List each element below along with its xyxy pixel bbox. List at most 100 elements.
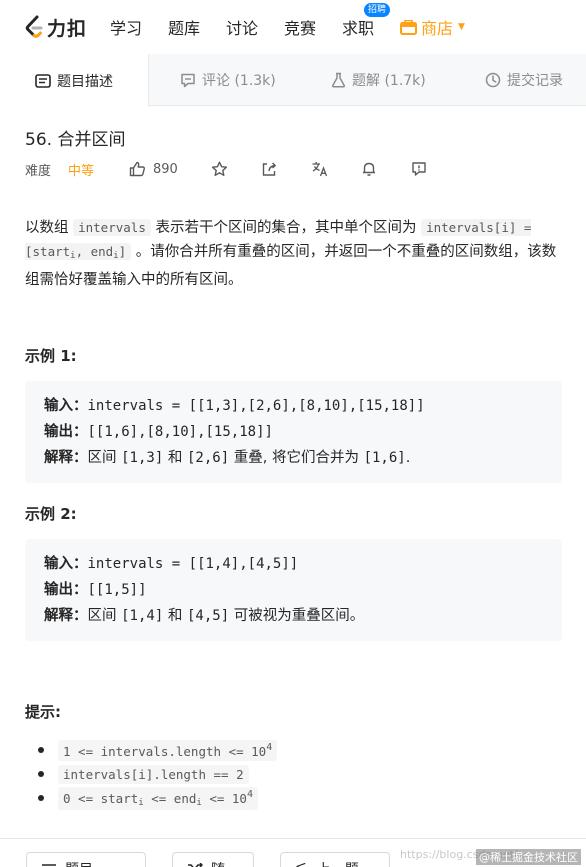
input-value: intervals = [[1,4],[4,5]] — [87, 556, 299, 572]
tab-description[interactable]: 题目描述 — [0, 54, 149, 107]
flask-icon — [331, 72, 346, 88]
explain-label: 解释： — [44, 608, 88, 624]
difficulty-badge: 中等 — [68, 163, 95, 179]
notify-button[interactable] — [361, 159, 377, 179]
output-label: 输出： — [44, 582, 88, 598]
explain-text: 和 — [163, 450, 187, 466]
explain-code: [1,6] — [363, 450, 406, 466]
explain-code: [1,4] — [121, 608, 164, 624]
problem-title: 56. 合并区间 — [25, 130, 126, 150]
explain-text: 区间 — [87, 450, 122, 466]
clock-icon — [485, 72, 501, 88]
like-count: 890 — [153, 161, 178, 177]
code-part: ] — [118, 244, 127, 259]
problem-list-label: 题目 — [65, 859, 93, 867]
hint-item: 0 <= starti <= endi <= 104 — [37, 786, 277, 810]
hint-text: <= 10 — [201, 790, 247, 806]
top-nav: 力扣 学习 题库 讨论 竞赛 求职 招聘 商店 ▼ — [0, 0, 586, 54]
explain-code: [2,6] — [186, 450, 230, 466]
hint-text: 0 <= start — [63, 790, 139, 806]
explain-text: 区间 — [87, 608, 122, 624]
shuffle-icon — [188, 863, 203, 867]
example-output: 输出：[[1,5]] — [44, 577, 562, 603]
tab-submissions-label: 提交记录 — [507, 73, 563, 89]
desc-text: 以数组 — [25, 220, 69, 236]
chevron-down-icon: ▼ — [458, 22, 465, 32]
problem-list-button[interactable]: 题目 — [26, 852, 146, 867]
explain-text: . — [405, 450, 411, 466]
hints-list: 1 <= intervals.length <= 104 intervals[i… — [37, 738, 278, 810]
translate-button[interactable] — [311, 159, 329, 179]
problem-description: 以数组 intervals 表示若干个区间的集合，其中单个区间为 interva… — [25, 216, 565, 292]
example-title: 示例 2: — [25, 505, 77, 523]
hint-code: 0 <= starti <= endi <= 104 — [58, 786, 258, 810]
bell-icon — [363, 162, 375, 176]
tab-comments[interactable]: 评论 (1.3k) — [180, 54, 276, 106]
code-part: , end — [75, 244, 114, 259]
explain-code: [4,5] — [186, 608, 230, 624]
translate-icon — [312, 162, 328, 177]
explain-text: 重叠, 将它们合并为 — [229, 450, 364, 466]
tab-solutions-label: 题解 (1.7k) — [352, 73, 426, 89]
nav-item-jobs[interactable]: 求职 招聘 — [342, 3, 391, 39]
nav-item-problemset[interactable]: 题库 — [168, 15, 200, 39]
nav-item-contest[interactable]: 竞赛 — [284, 15, 316, 39]
description-icon — [35, 73, 51, 88]
share-button[interactable] — [261, 159, 278, 179]
superscript: 4 — [246, 788, 253, 800]
problem-tabs: 题目描述 评论 (1.3k) 题解 (1.7k) 提交记录 — [0, 54, 586, 107]
nav-shop-label: 商店 — [421, 19, 454, 38]
nav-item-shop[interactable]: 商店 ▼ — [400, 15, 465, 39]
input-label: 输入： — [44, 556, 88, 572]
hint-text: 1 <= intervals.length <= 10 — [63, 743, 267, 759]
explain-label: 解释： — [44, 450, 88, 466]
shop-icon — [400, 19, 417, 35]
superscript: 4 — [266, 741, 273, 753]
inline-code: intervals — [73, 219, 151, 236]
desc-text: 表示若干个区间的集合，其中单个区间为 — [155, 220, 417, 236]
random-button[interactable]: 随 — [172, 852, 254, 867]
example-output: 输出：[[1,6],[8,10],[15,18]] — [44, 419, 562, 445]
example-block: 输入：intervals = [[1,3],[2,6],[8,10],[15,1… — [25, 381, 562, 483]
like-button[interactable]: 890 — [129, 159, 178, 179]
tab-description-label: 题目描述 — [57, 73, 113, 90]
logo[interactable]: 力扣 — [24, 14, 87, 41]
nav-item-discuss[interactable]: 讨论 — [226, 15, 258, 39]
jobs-badge: 招聘 — [364, 3, 391, 17]
output-label: 输出： — [44, 424, 88, 440]
prev-problem-button[interactable]: < 上一题 — [280, 852, 390, 867]
prev-problem-label: 上一题 — [317, 859, 359, 867]
share-icon — [262, 162, 276, 176]
hint-text: <= end — [143, 790, 197, 806]
nav-item-learn[interactable]: 学习 — [110, 15, 142, 39]
input-label: 输入： — [44, 398, 88, 414]
hints-title: 提示: — [25, 703, 61, 721]
hint-code: intervals[i].length == 2 — [58, 764, 249, 784]
tab-comments-label: 评论 (1.3k) — [202, 73, 276, 89]
favorite-button[interactable] — [211, 159, 228, 179]
example-explanation: 解释：区间 [1,4] 和 [4,5] 可被视为重叠区间。 — [44, 603, 562, 629]
feedback-button[interactable] — [411, 159, 427, 179]
tab-solutions[interactable]: 题解 (1.7k) — [331, 54, 426, 106]
hint-item: 1 <= intervals.length <= 104 — [37, 738, 278, 762]
hint-text: intervals[i].length == 2 — [63, 766, 244, 782]
example-title: 示例 1: — [25, 347, 77, 365]
comment-icon — [181, 73, 195, 87]
input-value: intervals = [[1,3],[2,6],[8,10],[15,18]] — [87, 398, 425, 414]
tab-submissions[interactable]: 提交记录 — [485, 54, 563, 106]
explain-text: 和 — [163, 608, 187, 624]
random-label: 随 — [211, 859, 225, 867]
star-icon — [211, 161, 228, 176]
output-value: [[1,6],[8,10],[15,18]] — [87, 424, 273, 440]
hint-item: intervals[i].length == 2 — [37, 762, 277, 786]
chevron-left-icon: < — [295, 859, 307, 867]
example-explanation: 解释：区间 [1,3] 和 [2,6] 重叠, 将它们合并为 [1,6]. — [44, 445, 562, 471]
example-input: 输入：intervals = [[1,4],[4,5]] — [44, 551, 562, 577]
explain-text: 可被视为重叠区间。 — [229, 608, 365, 624]
explain-code: [1,3] — [121, 450, 164, 466]
problem-meta: 难度 中等 890 — [25, 159, 565, 179]
nav-item-jobs-label: 求职 — [342, 19, 375, 38]
thumbs-up-icon — [129, 161, 145, 177]
example-block: 输入：intervals = [[1,4],[4,5]] 输出：[[1,5]] … — [25, 539, 562, 641]
list-icon — [42, 864, 56, 866]
